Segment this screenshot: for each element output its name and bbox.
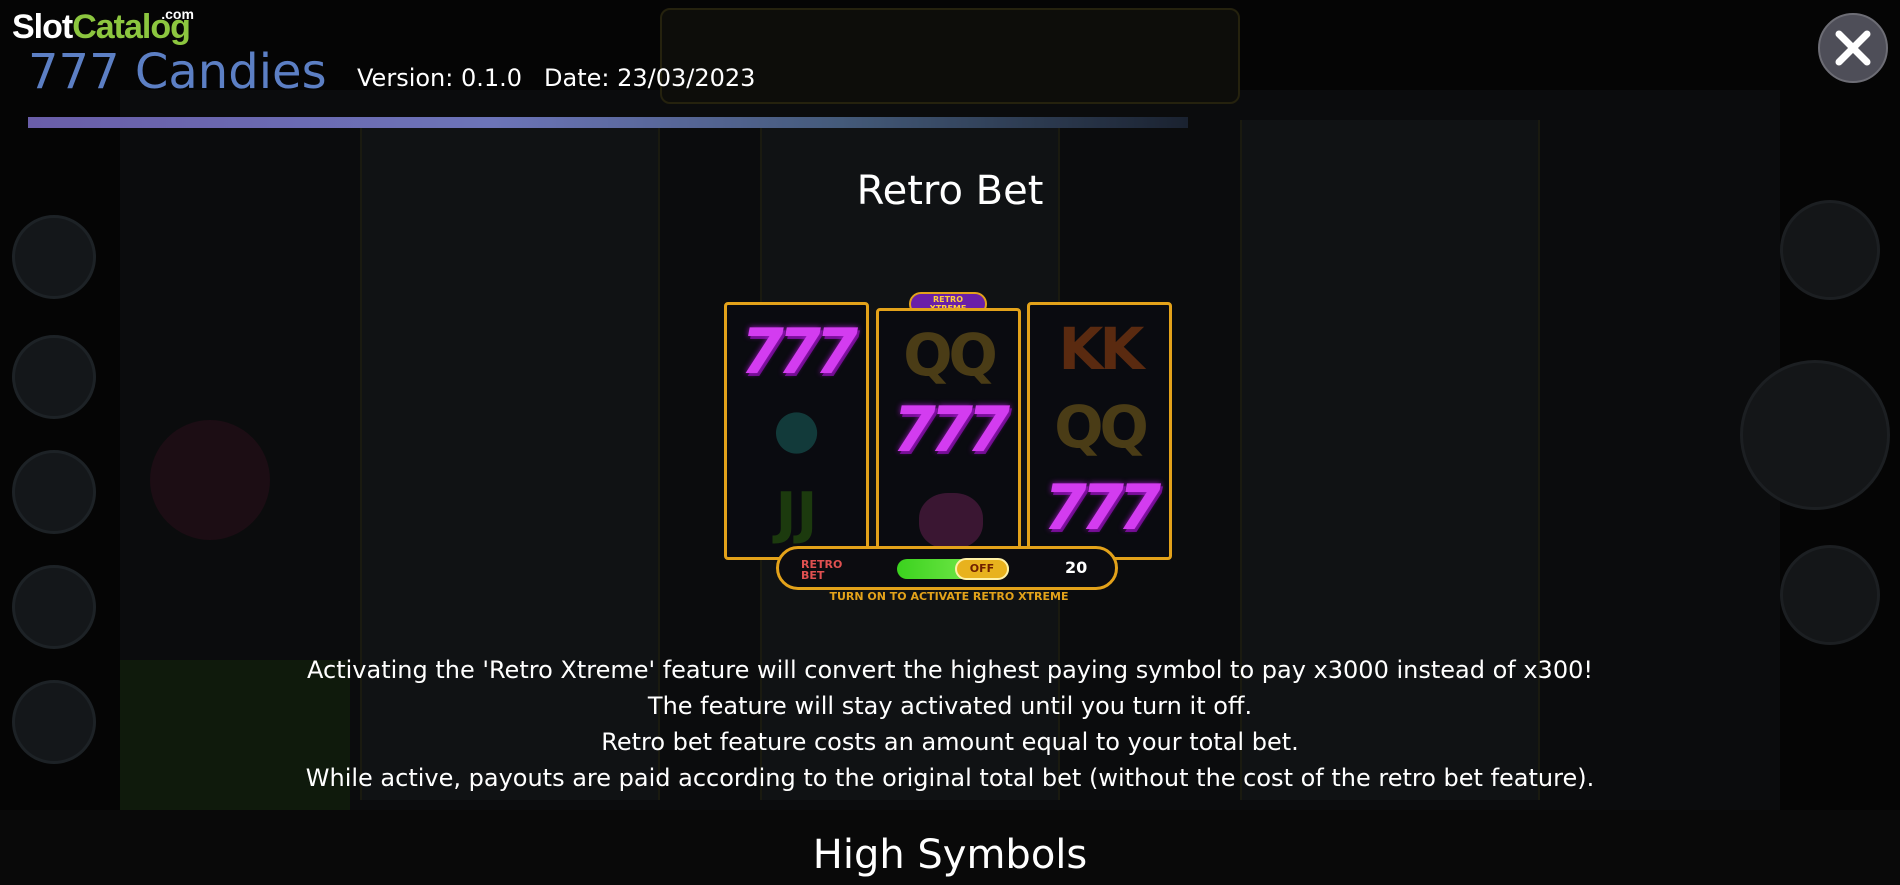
symbol-777: 777 [740,315,858,388]
background-help-button [12,215,96,299]
background-settings-button [12,335,96,419]
section-title-high-symbols: High Symbols [812,832,1088,878]
toggle-knob: OFF [955,558,1009,580]
symbol-kk: KK [1058,315,1145,383]
description-line: Retro bet feature costs an amount equal … [601,728,1299,756]
retro-bet-label: RETRO BET [801,559,842,581]
retro-bet-label-line2: BET [801,569,825,582]
symbol-jj: JJ [775,481,818,546]
version-label: Version: 0.1.0 [357,64,523,92]
activation-hint: TURN ON TO ACTIVATE RETRO XTREME [829,590,1069,603]
retro-bet-illustration: RETRO XTREME 777 ● JJ QQ 777 KK QQ 777 R… [724,292,1174,604]
gummy-bear-symbol: ● [772,397,821,460]
background-decoration [150,420,270,540]
game-title: 777 Candies [28,44,327,100]
symbol-777: 777 [1043,471,1161,544]
retro-bet-description: Activating the 'Retro Xtreme' feature wi… [0,652,1900,796]
close-icon [1835,30,1871,66]
retro-bet-toggle-bar: RETRO BET OFF 20 [776,546,1118,590]
description-line: Activating the 'Retro Xtreme' feature wi… [307,656,1593,684]
reel-2: QQ 777 [876,308,1021,560]
symbol-qq: QQ [1054,393,1149,461]
background-bet-button [1780,545,1880,645]
background-autoplay-button [1780,200,1880,300]
slotcatalog-logo: SlotCatalog .com [12,6,194,47]
date-label: Date: 23/03/2023 [544,64,756,92]
version-info: Version: 0.1.0 Date: 23/03/2023 [357,64,755,92]
bet-value: 20 [1065,558,1088,577]
description-line: The feature will stay activated until yo… [647,692,1253,720]
logo-part-slot: Slot [12,8,73,46]
reel-1: 777 ● JJ [724,302,869,560]
background-spin-button [1740,360,1890,510]
background-tools-button [12,450,96,534]
background-sound-button [12,565,96,649]
symbol-777: 777 [892,393,1010,466]
candy-symbol [919,493,983,549]
logo-suffix: .com [161,6,194,22]
close-button[interactable] [1818,13,1888,83]
header-divider [28,117,1188,128]
description-line: While active, payouts are paid according… [305,764,1595,792]
reel-3: KK QQ 777 [1027,302,1172,560]
section-title-retro-bet: Retro Bet [856,168,1044,214]
symbol-qq: QQ [903,321,998,389]
badge-line1: RETRO [932,295,964,304]
